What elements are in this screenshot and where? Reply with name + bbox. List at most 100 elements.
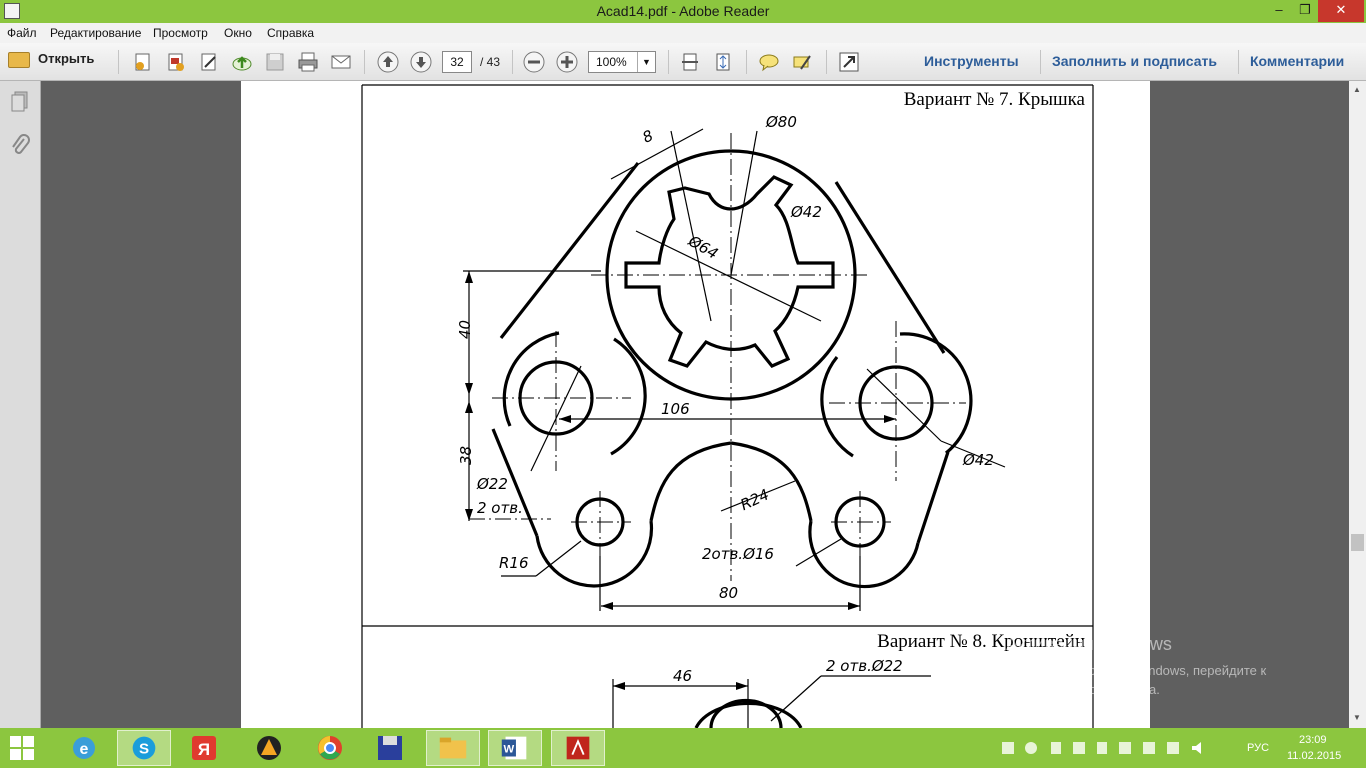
zoom-value: 100% <box>596 55 627 69</box>
maximize-button[interactable]: ❐ <box>1292 0 1318 22</box>
center-lines <box>469 133 966 581</box>
dim-r16: R16 <box>499 554 529 572</box>
dim-80: 80 <box>719 584 738 602</box>
page-thumbnails-icon[interactable] <box>9 90 31 114</box>
menu-window[interactable]: Окно <box>224 26 252 40</box>
aimp-icon[interactable] <box>242 730 296 766</box>
taskbar: e S Я W РУС 23:09 11.02.2015 <box>0 728 1366 768</box>
lid-part-outline <box>491 149 973 589</box>
upload-cloud-icon[interactable] <box>231 51 253 73</box>
toolbar-divider <box>1238 50 1239 74</box>
dim-d22: Ø22 <box>476 475 508 493</box>
page-total: / 43 <box>480 55 501 69</box>
toolbar: Открыть 32 / 43 100% ▼ Инструменты Заполн… <box>0 43 1366 81</box>
toolbar-divider <box>118 50 119 74</box>
comments-button[interactable]: Комментарии <box>1250 53 1344 69</box>
dim-d42-top: Ø42 <box>790 203 822 221</box>
page-number-input[interactable]: 32 <box>442 51 472 73</box>
dim-46: 46 <box>673 667 692 685</box>
folder-icon <box>8 51 30 68</box>
zoom-select[interactable]: 100% ▼ <box>588 51 656 73</box>
highlight-icon[interactable] <box>791 51 813 73</box>
toolbar-divider <box>364 50 365 74</box>
tools-button[interactable]: Инструменты <box>924 53 1019 69</box>
dimension-lines <box>463 128 1006 611</box>
scroll-thumb[interactable] <box>1351 534 1364 551</box>
open-label: Открыть <box>38 51 95 66</box>
activation-line1: Чтобы активировать Windows, перейдите к <box>1006 663 1267 678</box>
vertical-scrollbar[interactable]: ▲ ▼ <box>1349 81 1366 728</box>
svg-text:Я: Я <box>198 740 210 759</box>
dim-d42-right: Ø42 <box>962 451 994 469</box>
window-title: Acad14.pdf - Adobe Reader <box>596 3 770 19</box>
save-app-icon[interactable] <box>363 730 417 766</box>
menu-edit[interactable]: Редактирование <box>50 26 141 40</box>
pdf-page: Вариант № 7. Крышка Вариант № 8. Кронште… <box>241 81 1150 728</box>
fit-page-icon[interactable] <box>679 51 701 73</box>
dim-d80: Ø80 <box>765 113 797 131</box>
toolbar-divider <box>668 50 669 74</box>
attachments-icon[interactable] <box>9 133 31 157</box>
adobe-reader-icon[interactable] <box>551 730 605 766</box>
next-page-icon[interactable] <box>410 51 432 73</box>
dim-r24: R24 <box>738 485 772 514</box>
fullscreen-icon[interactable] <box>838 51 860 73</box>
save-icon[interactable] <box>264 51 286 73</box>
email-icon[interactable] <box>330 51 352 73</box>
dim-38: 38 <box>457 446 475 465</box>
internet-explorer-icon[interactable]: e <box>57 730 111 766</box>
print-icon[interactable] <box>297 51 319 73</box>
clock-time[interactable]: 23:09 <box>1299 734 1327 746</box>
activation-title: Активация Windows <box>1006 634 1172 654</box>
bracket-part-drawing: 46 2 отв.Ø22 <box>612 657 931 728</box>
menu-file[interactable]: Файл <box>7 26 37 40</box>
dim-40: 40 <box>456 320 474 339</box>
activation-watermark: Активация Windows Чтобы активировать Win… <box>1006 634 1266 699</box>
dimension-arrows <box>465 271 896 610</box>
file-explorer-icon[interactable] <box>426 730 480 766</box>
svg-text:S: S <box>139 741 149 758</box>
zoom-in-icon[interactable] <box>556 51 578 73</box>
dim-2-holes-d22: 2 отв.Ø22 <box>826 657 903 675</box>
toolbar-divider <box>512 50 513 74</box>
menu-view[interactable]: Просмотр <box>153 26 208 40</box>
system-tray-icons[interactable] <box>1000 739 1210 757</box>
svg-text:W: W <box>504 744 515 756</box>
title-bar: Acad14.pdf - Adobe Reader – ❐ ✕ <box>0 0 1366 23</box>
dim-106: 106 <box>661 400 690 418</box>
previous-page-icon[interactable] <box>377 51 399 73</box>
toolbar-divider <box>1040 50 1041 74</box>
close-button[interactable]: ✕ <box>1318 0 1364 22</box>
dim-d64: Ø64 <box>684 231 721 263</box>
variant7-title: Вариант № 7. Крышка <box>904 89 1086 110</box>
open-button[interactable]: Открыть <box>8 51 94 73</box>
fill-sign-button[interactable]: Заполнить и подписать <box>1052 53 1217 69</box>
activation-line2: параметрам компьютера. <box>1006 682 1160 697</box>
toolbar-divider <box>746 50 747 74</box>
dim-2-holes-d16: 2отв.Ø16 <box>702 545 774 563</box>
comment-icon[interactable] <box>758 51 780 73</box>
technical-drawing: Вариант № 7. Крышка Вариант № 8. Кронште… <box>361 84 1094 728</box>
scroll-up-arrow[interactable]: ▲ <box>1353 85 1361 94</box>
yandex-browser-icon[interactable]: Я <box>177 730 231 766</box>
chrome-icon[interactable] <box>303 730 357 766</box>
menu-help[interactable]: Справка <box>267 26 314 40</box>
dim-8: 8 <box>640 126 656 146</box>
fit-width-icon[interactable] <box>712 51 734 73</box>
clock-date[interactable]: 11.02.2015 <box>1287 750 1341 762</box>
svg-text:e: e <box>80 741 89 758</box>
zoom-out-icon[interactable] <box>523 51 545 73</box>
edit-pdf-icon[interactable] <box>198 51 220 73</box>
word-icon[interactable]: W <box>488 730 542 766</box>
minimize-button[interactable]: – <box>1266 0 1292 22</box>
skype-icon[interactable]: S <box>117 730 171 766</box>
navigation-panel <box>0 81 41 728</box>
create-pdf-icon[interactable] <box>132 51 154 73</box>
export-pdf-icon[interactable] <box>165 51 187 73</box>
menu-bar: Файл Редактирование Просмотр Окно Справк… <box>0 23 1366 43</box>
language-indicator[interactable]: РУС <box>1247 742 1269 754</box>
start-button[interactable] <box>0 730 54 766</box>
scroll-down-arrow[interactable]: ▼ <box>1353 713 1361 722</box>
chevron-down-icon: ▼ <box>637 52 655 72</box>
dim-2-holes: 2 отв. <box>477 499 523 517</box>
